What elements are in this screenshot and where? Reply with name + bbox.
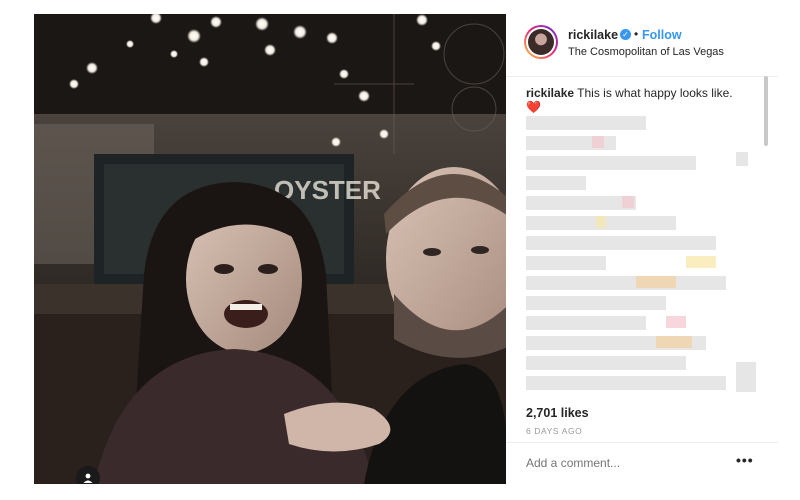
caption: rickilake This is what happy looks like. <box>526 86 766 101</box>
scrollbar[interactable] <box>764 76 768 146</box>
location-link[interactable]: The Cosmopolitan of Las Vegas <box>568 46 724 58</box>
caption-text: This is what happy looks like. <box>577 86 733 100</box>
verified-badge-icon: ✓ <box>620 29 631 40</box>
likes-count[interactable]: 2,701 likes <box>526 406 589 420</box>
comment-input[interactable] <box>526 456 716 470</box>
post-photo[interactable]: OYSTER <box>34 14 506 484</box>
divider <box>506 442 778 443</box>
post-sidebar: rickilake ✓ • Follow The Cosmopolitan of… <box>506 14 778 484</box>
blurred-comments <box>526 116 756 392</box>
avatar[interactable] <box>524 25 558 59</box>
avatar-image <box>528 29 554 55</box>
user-tag-icon <box>83 473 93 483</box>
post-header: rickilake ✓ • Follow The Cosmopolitan of… <box>506 14 778 77</box>
username[interactable]: rickilake <box>568 28 618 42</box>
user-tag-button[interactable] <box>76 466 100 484</box>
follow-button[interactable]: Follow <box>642 28 682 42</box>
photo-illustration: OYSTER <box>34 14 506 484</box>
separator-dot: • <box>634 27 639 41</box>
caption-username[interactable]: rickilake <box>526 86 574 100</box>
more-options-icon[interactable]: ••• <box>736 452 754 468</box>
post-date[interactable]: 6 DAYS AGO <box>526 426 582 436</box>
